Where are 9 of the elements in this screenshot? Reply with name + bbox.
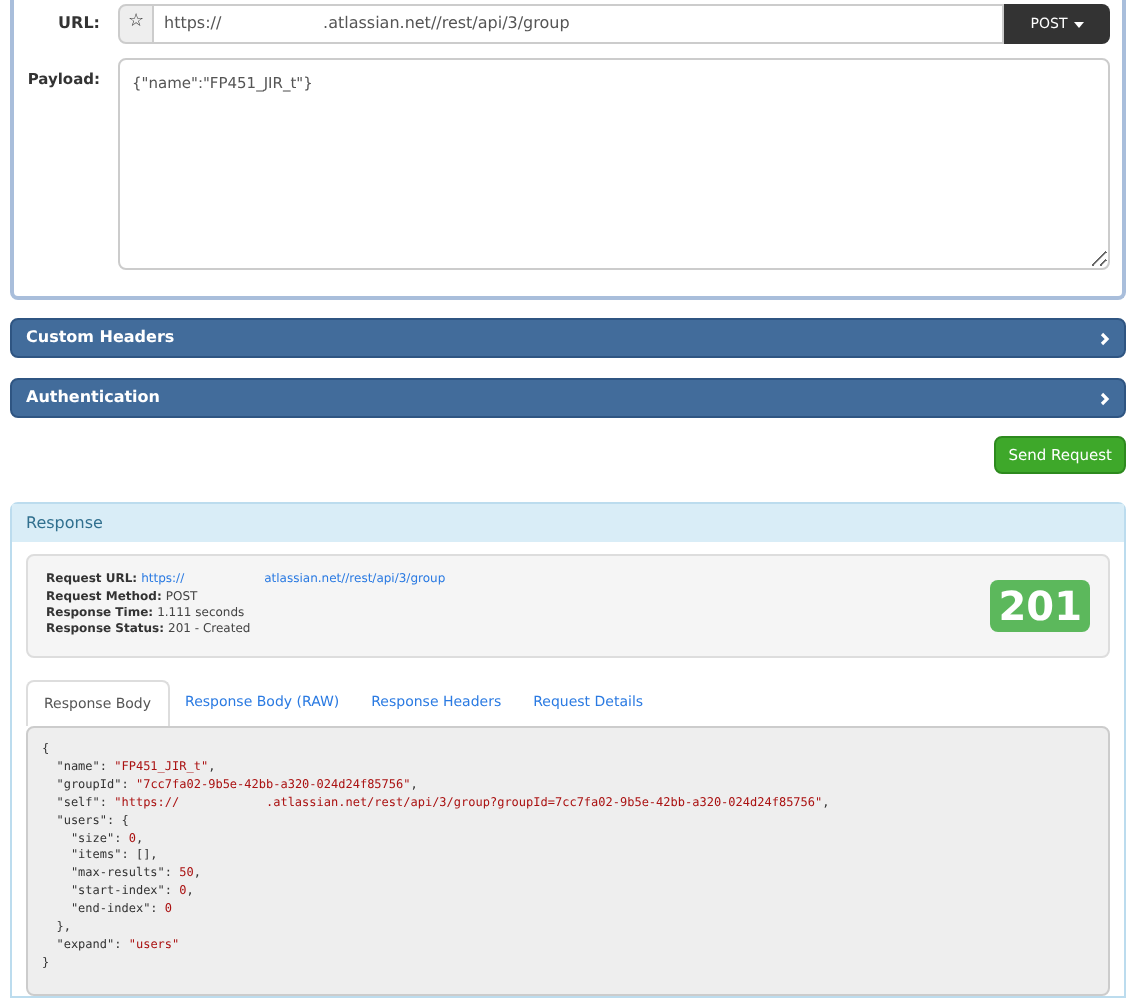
chevron-right-icon (1100, 391, 1110, 405)
url-label: URL: (56, 12, 102, 36)
url-field[interactable]: https:// .atlassian.net//rest/api/3/group (154, 4, 1004, 44)
panel-header[interactable]: Custom Headers (10, 318, 1126, 358)
status-code-badge: 201 (990, 580, 1090, 632)
chevron-right-icon (1100, 331, 1110, 345)
panel-header[interactable]: Authentication (10, 378, 1126, 418)
caret-icon (1073, 21, 1084, 27)
response-title: Response (12, 504, 1124, 542)
